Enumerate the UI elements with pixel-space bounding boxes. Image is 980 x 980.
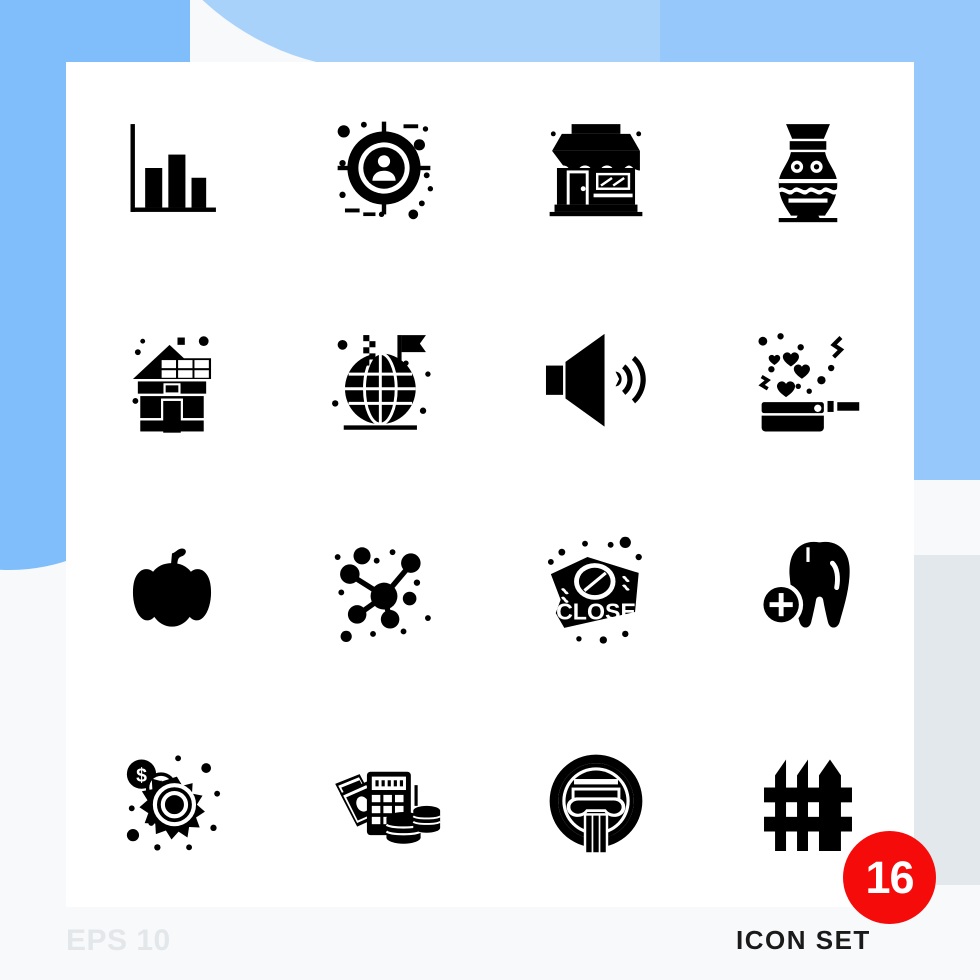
icon-cell-money-gear[interactable]: $ $	[66, 696, 278, 907]
money-gear-icon: $ $	[126, 755, 221, 851]
network-molecule-icon	[334, 547, 431, 643]
icon-cell-pillar[interactable]	[490, 696, 702, 907]
solar-house-icon	[132, 336, 212, 433]
icon-count-badge: 16	[843, 831, 936, 924]
tooth-add-icon	[759, 541, 850, 628]
icon-cell-user-target[interactable]	[278, 62, 490, 273]
fence-icon	[764, 759, 852, 853]
volume-speaker-icon	[545, 333, 646, 427]
vase-pottery-icon	[778, 123, 838, 222]
dollar-sign-text-1: $	[136, 765, 147, 787]
icon-cell-close-sign[interactable]: CLOSE	[490, 485, 702, 696]
icon-cell-vase[interactable]	[702, 62, 914, 273]
confetti-popper-icon	[758, 333, 860, 432]
icon-grid-card: CLOSE $	[66, 62, 914, 907]
icon-cell-globe-flag[interactable]	[278, 273, 490, 484]
close-sign-icon: CLOSE	[547, 536, 642, 644]
icon-cell-volume[interactable]	[490, 273, 702, 484]
pumpkin-icon	[132, 548, 212, 627]
icon-cell-calculator-money[interactable]	[278, 696, 490, 907]
eps-label: EPS 10	[66, 924, 171, 957]
icon-cell-pumpkin[interactable]	[66, 485, 278, 696]
poster-footer: EPS 10 ICON SET	[0, 907, 980, 980]
bar-chart-icon	[130, 123, 216, 212]
icon-cell-network[interactable]	[278, 485, 490, 696]
globe-flag-icon	[332, 334, 431, 430]
calculator-money-icon	[335, 772, 441, 845]
icon-cell-solar-house[interactable]	[66, 273, 278, 484]
icon-cell-confetti[interactable]	[702, 273, 914, 484]
icon-cell-tooth-add[interactable]	[702, 485, 914, 696]
shop-store-icon	[549, 123, 643, 216]
icon-cell-shop[interactable]	[490, 62, 702, 273]
pillar-column-icon	[549, 755, 643, 853]
user-target-icon	[337, 121, 434, 219]
icon-set-label: ICON SET	[736, 925, 871, 955]
icon-grid: CLOSE $	[66, 62, 914, 907]
icon-set-poster: CLOSE $ EPS 10 ICON SET 16	[0, 0, 980, 980]
icon-cell-bar-chart[interactable]	[66, 62, 278, 273]
